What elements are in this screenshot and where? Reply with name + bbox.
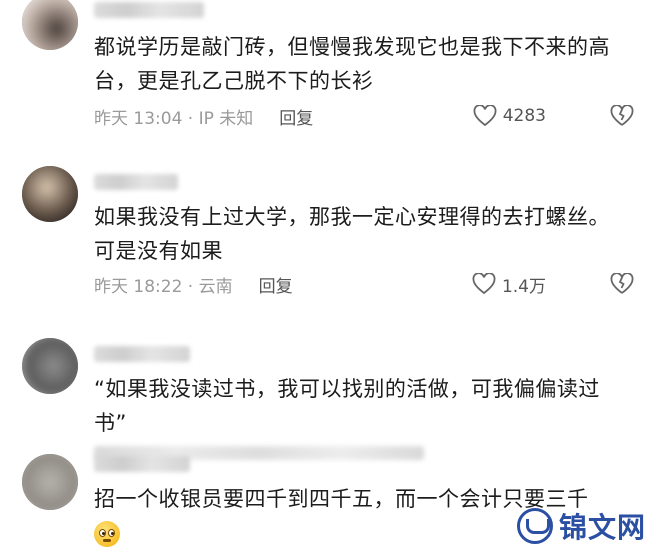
watermark-text: 锦文网 — [558, 511, 646, 544]
username-blurred — [94, 2, 204, 18]
reply-button[interactable]: 回复 — [279, 104, 313, 129]
heart-icon — [472, 273, 496, 295]
like-button[interactable]: 1.4万 — [472, 272, 546, 297]
broken-heart-icon — [610, 273, 634, 294]
avatar[interactable] — [22, 338, 78, 394]
comment-item: “如果我没读过书，我可以找别的活做，可我偏偏读过书” — [0, 336, 656, 460]
comment-time: 昨天 13:04 · IP 未知 — [94, 108, 254, 129]
comment-item: 都说学历是敲门砖，但慢慢我发现它也是我下不来的高台，更是孔乙己脱不下的长衫 昨天… — [0, 0, 656, 150]
flushed-face-emoji-icon — [94, 521, 120, 547]
dislike-button[interactable] — [610, 105, 634, 127]
reply-button[interactable]: 回复 — [259, 272, 293, 297]
like-button[interactable]: 4283 — [473, 105, 546, 127]
like-count: 4283 — [502, 106, 546, 126]
comment-text-content: 招一个收银员要四千到四千五，而一个会计只要三千 — [94, 487, 589, 511]
avatar[interactable] — [22, 166, 78, 222]
comment-text: 如果我没有上过大学，那我一定心安理得的去打螺丝。可是没有如果 — [94, 205, 610, 263]
comment-text: “如果我没读过书，我可以找别的活做，可我偏偏读过书” — [94, 377, 600, 435]
avatar[interactable] — [22, 0, 78, 50]
avatar[interactable] — [22, 454, 78, 510]
dislike-button[interactable] — [610, 273, 634, 295]
username-blurred — [94, 456, 190, 472]
like-count: 1.4万 — [501, 276, 546, 297]
broken-heart-icon — [610, 105, 634, 126]
watermark-logo-icon — [516, 508, 553, 544]
username-blurred — [94, 174, 178, 190]
comment-time: 昨天 18:22 · 云南 — [94, 276, 233, 297]
comment-meta: 昨天 18:22 · 云南 回复 1.4万 — [94, 270, 634, 298]
site-watermark: 锦文网 — [516, 506, 646, 546]
comment-meta: 昨天 13:04 · IP 未知 回复 4283 — [94, 102, 634, 130]
username-blurred — [94, 346, 190, 362]
comment-text: 都说学历是敲门砖，但慢慢我发现它也是我下不来的高台，更是孔乙己脱不下的长衫 — [94, 35, 610, 93]
comment-item: 如果我没有上过大学，那我一定心安理得的去打螺丝。可是没有如果 昨天 18:22 … — [0, 160, 656, 310]
heart-icon — [473, 105, 497, 127]
